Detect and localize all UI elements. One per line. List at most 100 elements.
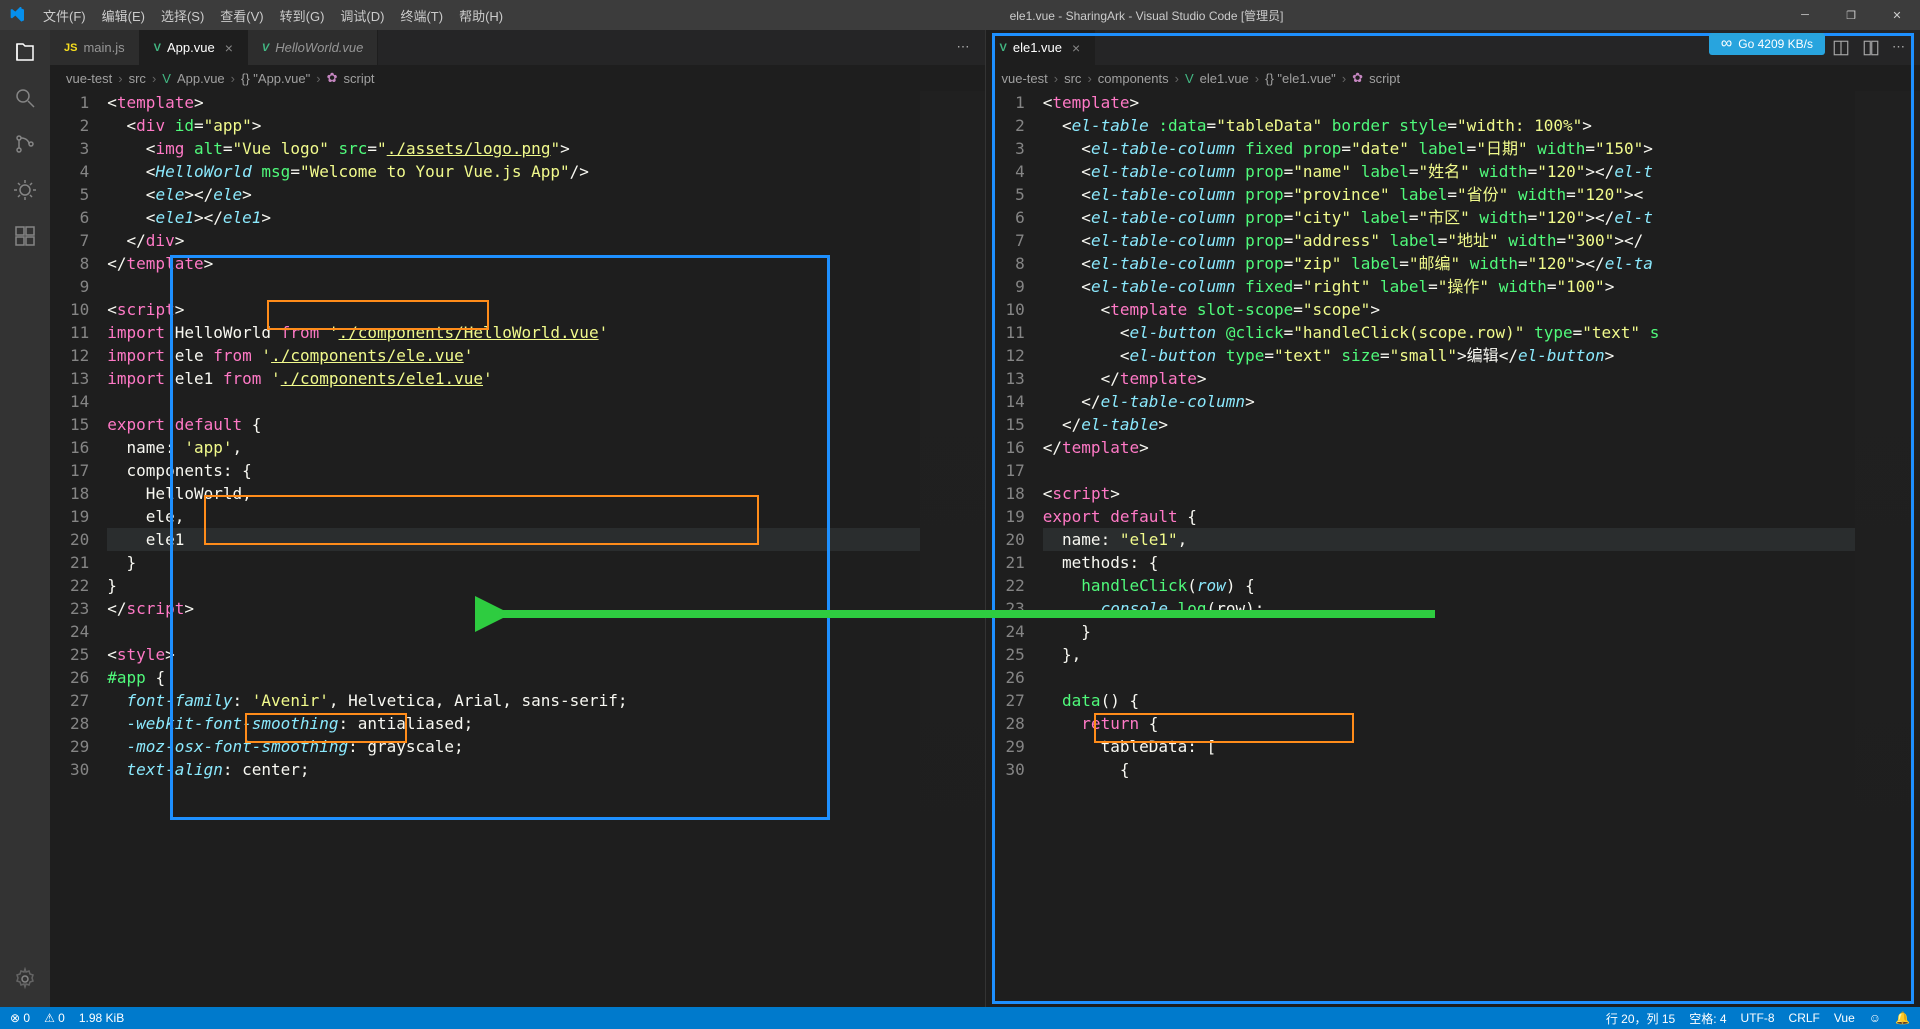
code-line[interactable]: <el-table-column prop="zip" label="邮编" w…: [1043, 252, 1855, 275]
code-line[interactable]: -moz-osx-font-smoothing: grayscale;: [107, 735, 919, 758]
code-line[interactable]: [107, 275, 919, 298]
close-icon[interactable]: ×: [225, 40, 233, 56]
code-line[interactable]: name: 'app',: [107, 436, 919, 459]
code-line[interactable]: <el-table-column fixed="right" label="操作…: [1043, 275, 1855, 298]
status-encoding[interactable]: UTF-8: [1741, 1011, 1775, 1025]
code-line[interactable]: <div id="app">: [107, 114, 919, 137]
code-line[interactable]: ele,: [107, 505, 919, 528]
code-line[interactable]: import ele from './components/ele.vue': [107, 344, 919, 367]
code-line[interactable]: <el-button type="text" size="small">编辑</…: [1043, 344, 1855, 367]
go-extension-badge[interactable]: ∞Go 4209 KB/s: [1709, 33, 1825, 55]
code-line[interactable]: },: [1043, 643, 1855, 666]
code-line[interactable]: <el-table-column prop="name" label="姓名" …: [1043, 160, 1855, 183]
code-line[interactable]: [1043, 666, 1855, 689]
status-eol[interactable]: CRLF: [1789, 1011, 1820, 1025]
code-line[interactable]: <img alt="Vue logo" src="./assets/logo.p…: [107, 137, 919, 160]
code-line[interactable]: [107, 390, 919, 413]
code-line[interactable]: <el-table-column fixed prop="date" label…: [1043, 137, 1855, 160]
status-indent[interactable]: 空格: 4: [1689, 1010, 1726, 1027]
code-line[interactable]: <el-table :data="tableData" border style…: [1043, 114, 1855, 137]
extensions-icon[interactable]: [11, 222, 39, 250]
code-line[interactable]: [107, 620, 919, 643]
breadcrumb-left[interactable]: vue-test› src› VApp.vue› {} "App.vue"› ✿…: [50, 65, 985, 91]
code-line[interactable]: <script>: [1043, 482, 1855, 505]
search-icon[interactable]: [11, 84, 39, 112]
code-line[interactable]: <ele1></ele1>: [107, 206, 919, 229]
code-line[interactable]: </script>: [107, 597, 919, 620]
code-line[interactable]: data() {: [1043, 689, 1855, 712]
code-line[interactable]: </template>: [1043, 367, 1855, 390]
code-line[interactable]: <HelloWorld msg="Welcome to Your Vue.js …: [107, 160, 919, 183]
status-feedback-icon[interactable]: ☺: [1869, 1011, 1881, 1025]
code-line[interactable]: <el-table-column prop="address" label="地…: [1043, 229, 1855, 252]
editor-left[interactable]: 1234567891011121314151617181920212223242…: [50, 91, 985, 1007]
menu-edit[interactable]: 编辑(E): [94, 6, 153, 25]
code-line[interactable]: }: [107, 574, 919, 597]
close-icon[interactable]: ×: [1072, 40, 1080, 56]
status-lang[interactable]: Vue: [1834, 1011, 1855, 1025]
code-line[interactable]: import HelloWorld from './components/Hel…: [107, 321, 919, 344]
source-control-icon[interactable]: [11, 130, 39, 158]
code-line[interactable]: import ele1 from './components/ele1.vue': [107, 367, 919, 390]
code-line[interactable]: <style>: [107, 643, 919, 666]
breadcrumb-right[interactable]: vue-test› src› components› Vele1.vue› {}…: [986, 65, 1920, 91]
code-line[interactable]: <ele></ele>: [107, 183, 919, 206]
tab-mainjs[interactable]: JSmain.js: [50, 30, 140, 65]
code-line[interactable]: <script>: [107, 298, 919, 321]
code-line[interactable]: #app {: [107, 666, 919, 689]
menu-view[interactable]: 查看(V): [212, 6, 271, 25]
code-line[interactable]: text-align: center;: [107, 758, 919, 781]
minimap-left[interactable]: [920, 91, 985, 1007]
menu-file[interactable]: 文件(F): [35, 6, 94, 25]
status-size[interactable]: 1.98 KiB: [79, 1011, 124, 1025]
code-line[interactable]: name: "ele1",: [1043, 528, 1855, 551]
editor-right[interactable]: 1234567891011121314151617181920212223242…: [986, 91, 1920, 1007]
split-editor-icon[interactable]: [1862, 39, 1880, 57]
code-line[interactable]: }: [1043, 620, 1855, 643]
code-line[interactable]: <el-table-column prop="city" label="市区" …: [1043, 206, 1855, 229]
code-line[interactable]: </el-table-column>: [1043, 390, 1855, 413]
split-icon[interactable]: [1832, 39, 1850, 57]
explorer-icon[interactable]: [11, 38, 39, 66]
code-line[interactable]: <template>: [107, 91, 919, 114]
code-line[interactable]: {: [1043, 758, 1855, 781]
menu-terminal[interactable]: 终端(T): [392, 6, 451, 25]
code-line[interactable]: }: [107, 551, 919, 574]
settings-icon[interactable]: [11, 965, 39, 993]
code-line[interactable]: <el-table-column prop="province" label="…: [1043, 183, 1855, 206]
window-close[interactable]: ✕: [1874, 0, 1920, 30]
code-line[interactable]: export default {: [107, 413, 919, 436]
code-line[interactable]: export default {: [1043, 505, 1855, 528]
code-line[interactable]: components: {: [107, 459, 919, 482]
code-line[interactable]: <template>: [1043, 91, 1855, 114]
tab-ele1vue[interactable]: Vele1.vue×: [986, 30, 1096, 65]
tab-helloworld[interactable]: VHelloWorld.vue: [248, 30, 379, 65]
code-line[interactable]: console.log(row);: [1043, 597, 1855, 620]
code-line[interactable]: [1043, 459, 1855, 482]
more-icon[interactable]: ⋯: [1892, 39, 1910, 57]
debug-icon[interactable]: [11, 176, 39, 204]
status-bell-icon[interactable]: 🔔: [1895, 1011, 1910, 1025]
window-maximize[interactable]: ❐: [1828, 0, 1874, 30]
code-line[interactable]: return {: [1043, 712, 1855, 735]
menu-debug[interactable]: 调试(D): [332, 6, 392, 25]
status-cursor[interactable]: 行 20，列 15: [1606, 1010, 1675, 1027]
code-line[interactable]: -webkit-font-smoothing: antialiased;: [107, 712, 919, 735]
tab-appvue[interactable]: VApp.vue×: [140, 30, 248, 65]
status-errors[interactable]: ⊗ 0: [10, 1011, 30, 1025]
code-line[interactable]: </template>: [1043, 436, 1855, 459]
code-line[interactable]: <template slot-scope="scope">: [1043, 298, 1855, 321]
code-line[interactable]: </div>: [107, 229, 919, 252]
more-icon[interactable]: ⋯: [957, 39, 975, 57]
code-line[interactable]: ele1: [107, 528, 919, 551]
code-line[interactable]: </el-table>: [1043, 413, 1855, 436]
code-line[interactable]: methods: {: [1043, 551, 1855, 574]
menu-select[interactable]: 选择(S): [153, 6, 212, 25]
code-line[interactable]: handleClick(row) {: [1043, 574, 1855, 597]
code-line[interactable]: </template>: [107, 252, 919, 275]
menu-goto[interactable]: 转到(G): [272, 6, 333, 25]
minimap-right[interactable]: [1855, 91, 1920, 1007]
window-minimize[interactable]: ─: [1782, 0, 1828, 30]
status-warnings[interactable]: ⚠ 0: [44, 1011, 65, 1025]
code-line[interactable]: font-family: 'Avenir', Helvetica, Arial,…: [107, 689, 919, 712]
